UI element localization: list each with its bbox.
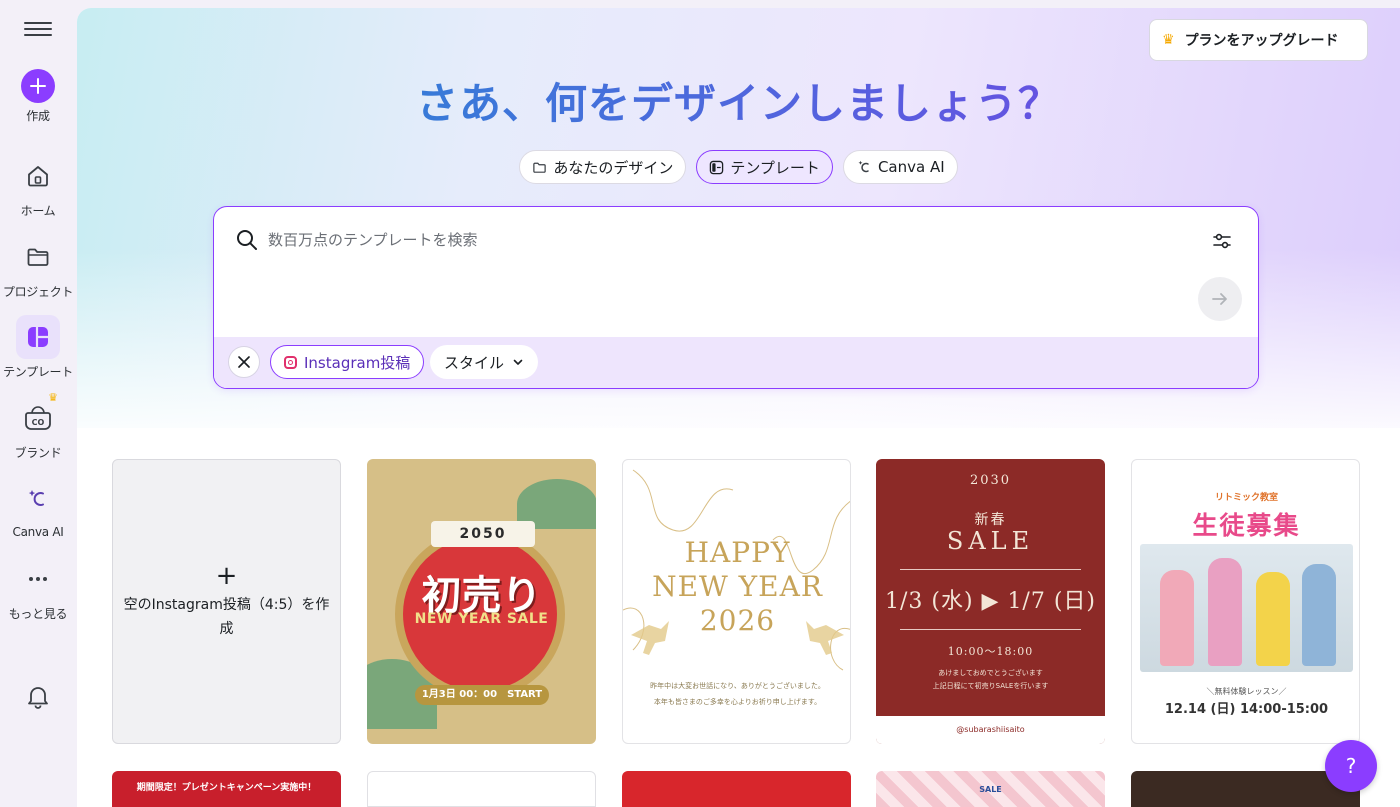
divider <box>900 569 1081 570</box>
card-handle: @subarashiisaito <box>876 716 1105 744</box>
sidebar-label: もっと見る <box>8 607 68 621</box>
search-panel: Instagram投稿 スタイル <box>213 206 1259 389</box>
divider <box>900 629 1081 630</box>
search-submit-button[interactable] <box>1198 277 1242 321</box>
upgrade-plan-button[interactable]: ♛ プランをアップグレード <box>1149 19 1368 61</box>
blank-card-label: 空のInstagram投稿（4:5）を作成 <box>123 596 330 637</box>
create-button[interactable]: 作成 <box>0 69 76 124</box>
card-school: リトミック教室 <box>1214 493 1278 503</box>
template-card[interactable]: SALE <box>876 771 1105 807</box>
page-title: さあ、何をデザインしましょう？ <box>77 70 1400 131</box>
decor-child <box>1302 564 1336 666</box>
folder-icon <box>532 160 547 175</box>
folder-icon <box>16 235 60 279</box>
card-message: あけましておめでとうございます 上記日程にて初売りSALEを行います <box>932 669 1049 690</box>
upgrade-label: プランをアップグレード <box>1184 33 1339 49</box>
create-label: 作成 <box>26 109 50 123</box>
sidebar-item-canva-ai[interactable]: Canva AI <box>0 477 76 539</box>
sidebar-label: プロジェクト <box>2 285 74 299</box>
tab-label: あなたのデザイン <box>553 158 674 177</box>
close-icon <box>238 356 250 368</box>
card-text: 期間限定！プレゼントキャンペーン実施中！ <box>136 783 317 793</box>
card-photo <box>1140 544 1353 672</box>
search-filters-bar: Instagram投稿 スタイル <box>214 337 1258 388</box>
brand-icon: CO ♛ <box>16 392 60 440</box>
card-year: 2050 <box>431 521 535 547</box>
chevron-down-icon <box>512 356 524 368</box>
create-blank-instagram-post-card[interactable]: + 空のInstagram投稿（4:5）を作成 <box>112 459 341 744</box>
style-dropdown[interactable]: スタイル <box>430 345 539 379</box>
card-title-jp: 新春 <box>974 512 1007 528</box>
search-input[interactable] <box>268 227 1168 253</box>
search-icon <box>236 229 258 251</box>
card-lesson: ＼無料体験レッスン／ <box>1206 687 1287 696</box>
template-card[interactable] <box>1131 771 1360 807</box>
template-icon <box>16 315 60 359</box>
card-year: 2030 <box>969 473 1012 488</box>
sidebar-label: テンプレート <box>3 365 73 379</box>
decor-child <box>1256 572 1290 666</box>
template-card[interactable] <box>622 771 851 807</box>
instagram-icon <box>284 355 297 369</box>
sidebar-label: ブランド <box>14 446 62 460</box>
card-greeting: HAPPY NEW YEAR 2026 <box>623 536 850 638</box>
sidebar-item-templates[interactable]: テンプレート <box>0 315 76 380</box>
tab-label: テンプレート <box>730 158 820 177</box>
card-dates: 1/3 (水) ▶ 1/7 (日) <box>884 589 1097 614</box>
greeting-line: NEW YEAR <box>652 570 823 603</box>
sidebar-item-more[interactable]: もっと見る <box>0 557 76 622</box>
template-card-happy-new-year[interactable]: HAPPY NEW YEAR 2026 昨年中は大変お世話になり、ありがとうござ… <box>622 459 851 744</box>
card-headline: 生徒募集 <box>1192 511 1301 540</box>
crown-icon: ♛ <box>48 391 58 404</box>
sidebar-label: ホーム <box>20 204 56 218</box>
card-message: 昨年中は大変お世話になり、ありがとうございました。 本年も皆さまのご多幸を心より… <box>650 682 825 706</box>
sidebar-item-brand[interactable]: CO ♛ ブランド <box>0 392 76 461</box>
template-card-new-year-sale[interactable]: 2050 初売り NEW YEAR SALE 1月3日 00：00 START <box>367 459 596 744</box>
hamburger-menu-icon[interactable] <box>24 18 52 42</box>
bell-icon[interactable] <box>24 682 52 710</box>
decor-child <box>1208 558 1242 666</box>
sidebar-item-projects[interactable]: プロジェクト <box>0 235 76 300</box>
svg-text:CO: CO <box>32 418 45 427</box>
decor-child <box>1160 570 1194 666</box>
card-date: 1月3日 00：00 START <box>415 685 549 705</box>
card-time: 10:00〜18:00 <box>947 645 1034 658</box>
plus-icon <box>21 69 55 103</box>
home-icon <box>16 154 60 198</box>
card-datetime: 12.14 (日) 14:00-15:00 <box>1164 702 1329 717</box>
arrow-right-icon <box>1212 293 1227 305</box>
template-card-shinshun-sale[interactable]: 2030 新春 SALE 1/3 (水) ▶ 1/7 (日) 10:00〜18:… <box>876 459 1105 744</box>
tab-your-designs[interactable]: あなたのデザイン <box>519 150 687 184</box>
clear-filters-button[interactable] <box>228 346 260 378</box>
style-dropdown-label: スタイル <box>444 353 505 372</box>
tab-templates[interactable]: テンプレート <box>696 150 833 184</box>
tab-label: Canva AI <box>877 158 945 176</box>
help-button[interactable]: ? <box>1325 740 1377 792</box>
template-card-campaign[interactable]: 期間限定！プレゼントキャンペーン実施中！ <box>112 771 341 807</box>
template-card-rhythmic-class[interactable]: リトミック教室 生徒募集 ＼無料体験レッスン／ 12.14 (日) 14:00-… <box>1131 459 1360 744</box>
card-title-en: SALE <box>946 527 1035 555</box>
design-mode-tabs: あなたのデザイン テンプレート Canva AI <box>77 150 1400 184</box>
sidebar-label: Canva AI <box>12 525 64 539</box>
canva-ai-icon <box>16 477 60 521</box>
card-text: SALE <box>979 785 1002 794</box>
card-subhead: NEW YEAR SALE <box>414 611 549 627</box>
greeting-line: HAPPY <box>684 536 791 569</box>
sidebar: 作成 ホーム プロジェクト テンプレート CO ♛ ブランド Canva AI <box>0 0 76 807</box>
template-card[interactable] <box>367 771 596 807</box>
greeting-line: 2026 <box>699 604 776 637</box>
canva-ai-icon <box>856 159 872 175</box>
crown-icon: ♛ <box>1162 32 1175 48</box>
sidebar-item-home[interactable]: ホーム <box>0 154 76 219</box>
more-icon <box>16 557 60 601</box>
template-icon <box>709 160 724 175</box>
filter-chip-label: Instagram投稿 <box>304 353 411 372</box>
tab-canva-ai[interactable]: Canva AI <box>842 150 958 184</box>
filter-sliders-icon[interactable] <box>1212 231 1232 251</box>
plus-icon: + <box>215 560 238 591</box>
filter-chip-instagram-post[interactable]: Instagram投稿 <box>270 345 425 379</box>
main-panel: ♛ プランをアップグレード さあ、何をデザインしましょう？ あなたのデザイン テ… <box>77 8 1400 807</box>
